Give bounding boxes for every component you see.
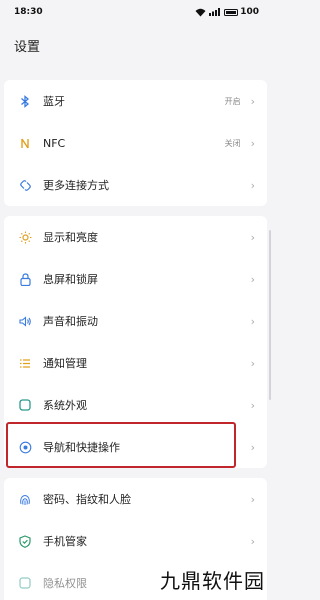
appearance-icon <box>18 398 32 412</box>
chevron-right-icon: › <box>250 534 255 548</box>
nfc-icon <box>18 136 32 150</box>
connectivity-group: 蓝牙 开启 › NFC 关闭 › 更多连接方式 › <box>4 80 267 206</box>
status-bar: 18:30 100 <box>0 0 273 24</box>
settings-item-label: 密码、指纹和人脸 <box>43 493 131 506</box>
signal-icon <box>209 8 221 16</box>
bluetooth-icon <box>18 94 32 108</box>
settings-item-label: 通知管理 <box>43 357 87 370</box>
privacy-icon <box>18 576 32 590</box>
lock-icon <box>18 272 32 286</box>
scrollbar[interactable] <box>269 230 271 400</box>
watermark: 九鼎软件园 <box>160 569 265 593</box>
settings-item-label: 蓝牙 <box>43 95 65 108</box>
battery-level: 100 <box>240 7 259 17</box>
settings-item-label: 导航和快捷操作 <box>43 441 120 454</box>
settings-item-bluetooth[interactable]: 蓝牙 开启 › <box>4 80 267 122</box>
settings-item-nfc[interactable]: NFC 关闭 › <box>4 122 267 164</box>
shield-icon <box>18 534 32 548</box>
settings-item-label: NFC <box>43 136 66 150</box>
settings-item-label: 显示和亮度 <box>43 231 98 244</box>
chevron-right-icon: › <box>250 440 255 454</box>
settings-item-value: 关闭 <box>224 138 241 148</box>
settings-item-lock-screen[interactable]: 息屏和锁屏 › <box>4 258 267 300</box>
link-icon <box>18 178 32 192</box>
chevron-right-icon: › <box>250 94 255 108</box>
settings-item-sound[interactable]: 声音和振动 › <box>4 300 267 342</box>
sound-icon <box>18 314 32 328</box>
settings-item-appearance[interactable]: 系统外观 › <box>4 384 267 426</box>
page-title: 设置 <box>14 40 41 55</box>
battery-icon <box>224 8 239 16</box>
settings-item-notifications[interactable]: 通知管理 › <box>4 342 267 384</box>
settings-item-label: 更多连接方式 <box>43 179 109 192</box>
settings-item-label: 息屏和锁屏 <box>43 273 98 286</box>
settings-item-password[interactable]: 密码、指纹和人脸 › <box>4 478 267 520</box>
display-group: 显示和亮度 › 息屏和锁屏 › 声音和振动 › 通知管理 › 系统外观 › 导航… <box>4 216 267 468</box>
chevron-right-icon: › <box>250 398 255 412</box>
chevron-right-icon: › <box>250 272 255 286</box>
settings-item-label: 系统外观 <box>43 399 87 412</box>
chevron-right-icon: › <box>250 356 255 370</box>
settings-item-display[interactable]: 显示和亮度 › <box>4 216 267 258</box>
chevron-right-icon: › <box>250 314 255 328</box>
settings-item-navigation[interactable]: 导航和快捷操作 › <box>4 426 267 468</box>
navigation-icon <box>18 440 32 454</box>
settings-item-value: 开启 <box>224 96 241 106</box>
status-time: 18:30 <box>14 7 43 17</box>
settings-item-phone-manager[interactable]: 手机管家 › <box>4 520 267 562</box>
chevron-right-icon: › <box>250 136 255 150</box>
chevron-right-icon: › <box>250 230 255 244</box>
settings-item-label: 声音和振动 <box>43 315 98 328</box>
brightness-icon <box>18 230 32 244</box>
battery-indicator: 100 <box>224 7 259 17</box>
settings-item-more-connections[interactable]: 更多连接方式 › <box>4 164 267 206</box>
chevron-right-icon: › <box>250 492 255 506</box>
chevron-right-icon: › <box>250 178 255 192</box>
settings-item-label: 手机管家 <box>43 535 87 548</box>
notification-icon <box>18 356 32 370</box>
status-icons: 100 <box>195 7 259 17</box>
fingerprint-icon <box>18 492 32 506</box>
wifi-icon <box>195 8 206 17</box>
